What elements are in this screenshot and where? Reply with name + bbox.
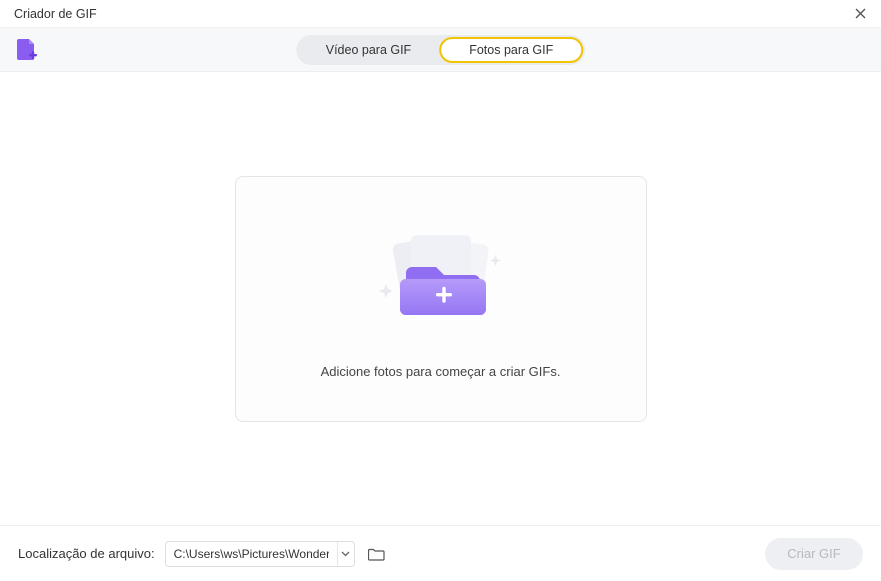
add-file-icon <box>16 38 38 62</box>
dropzone-text: Adicione fotos para começar a criar GIFs… <box>321 364 561 379</box>
create-gif-button[interactable]: Criar GIF <box>765 538 863 570</box>
add-photos-illustration <box>366 219 516 334</box>
tab-video-to-gif[interactable]: Vídeo para GIF <box>298 37 439 63</box>
close-button[interactable] <box>849 3 871 25</box>
add-file-button[interactable] <box>14 37 40 63</box>
chevron-down-icon <box>341 551 350 557</box>
dropzone[interactable]: Adicione fotos para começar a criar GIFs… <box>235 176 647 422</box>
footer: Localização de arquivo: Criar GIF <box>0 525 881 581</box>
close-icon <box>855 8 866 19</box>
folder-icon <box>368 547 385 561</box>
titlebar: Criador de GIF <box>0 0 881 28</box>
main-area: Adicione fotos para começar a criar GIFs… <box>0 72 881 525</box>
browse-folder-button[interactable] <box>365 542 389 566</box>
toolbar: Vídeo para GIF Fotos para GIF <box>0 28 881 72</box>
tab-group: Vídeo para GIF Fotos para GIF <box>296 35 586 65</box>
file-location-input[interactable] <box>166 547 337 561</box>
file-location-field <box>165 541 355 567</box>
tab-photos-to-gif[interactable]: Fotos para GIF <box>439 37 583 63</box>
file-location-dropdown[interactable] <box>337 542 354 566</box>
file-location-label: Localização de arquivo: <box>18 546 155 561</box>
window-title: Criador de GIF <box>14 7 849 21</box>
